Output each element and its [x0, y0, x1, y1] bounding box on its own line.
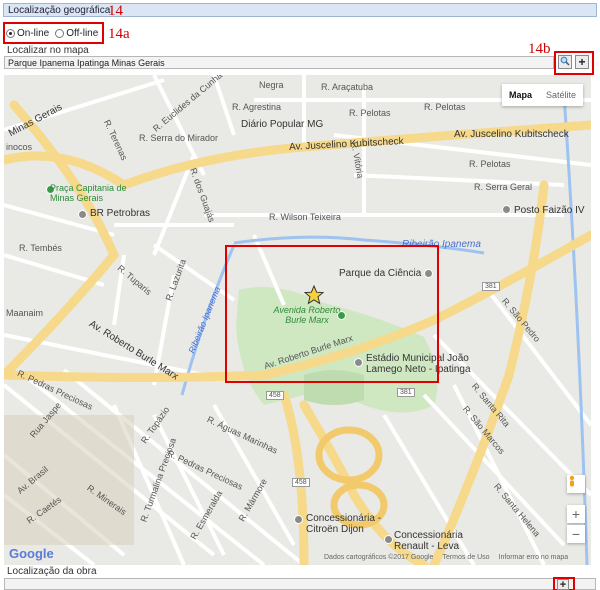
search-field-label: Localizar no mapa: [7, 45, 89, 56]
citroen-marker[interactable]: [294, 515, 303, 524]
zoom-out-button[interactable]: −: [567, 525, 585, 543]
map-label-avjk2: Av. Juscelino Kubitscheck: [454, 129, 569, 140]
map-label-wilson: R. Wilson Teixeira: [269, 212, 341, 222]
map-label-concessionaria1: Concessionária - Citroën Dijon: [306, 513, 382, 535]
google-logo[interactable]: Google: [9, 546, 54, 561]
map-label-maanaim: Maanaim: [6, 308, 44, 318]
mode-radio-group: On-line Off-line: [6, 26, 98, 41]
map-footer-report[interactable]: Informar erro no mapa: [499, 554, 569, 561]
annotation-14: 14: [108, 3, 123, 19]
renault-marker[interactable]: [384, 535, 393, 544]
offline-radio[interactable]: Off-line: [55, 28, 98, 39]
highway-badge-458a: 458: [266, 391, 284, 400]
map-type-satelite[interactable]: Satélite: [539, 90, 583, 100]
map-search-button[interactable]: [558, 55, 572, 69]
obra-field-label: Localização da obra: [7, 566, 97, 577]
map-label-negra: Negra: [259, 80, 284, 90]
add-obra-location-button[interactable]: +: [557, 579, 569, 590]
annotation-14b: 14b: [528, 41, 551, 57]
section-title: Localização geográfica: [8, 5, 111, 16]
obra-location-field[interactable]: [4, 578, 596, 590]
map-label-pelotas3: R. Pelotas: [469, 159, 511, 169]
map-label-posto: Posto Faizão IV: [514, 205, 585, 216]
online-radio-dot[interactable]: [6, 29, 15, 38]
map-footer-terms[interactable]: Termos de Uso: [442, 554, 489, 561]
section-header: Localização geográfica: [3, 3, 597, 17]
map-label-serra-mirador: R. Serra do Mirador: [139, 133, 219, 143]
magnifier-icon: [560, 56, 570, 68]
map-footer-data: Dados cartográficos ©2017 Google: [324, 553, 434, 561]
highway-badge-381a: 381: [482, 282, 500, 291]
map-label-tembes: R. Tembés: [19, 243, 62, 253]
map-label-pelotas: R. Pelotas: [349, 108, 391, 118]
map-type-mapa[interactable]: Mapa: [502, 90, 539, 100]
map-label-diario: Diário Popular MG: [241, 119, 324, 130]
map-type-control: Mapa Satélite: [501, 84, 583, 106]
map-view[interactable]: R. Araçatuba R. Pelotas R. Pelotas Negra…: [4, 75, 591, 565]
highlight-box-park: [225, 245, 439, 383]
street-view-pegman[interactable]: [567, 475, 585, 493]
add-location-button[interactable]: +: [575, 55, 589, 69]
online-radio[interactable]: On-line: [6, 28, 49, 39]
highway-badge-458b: 458: [292, 478, 310, 487]
annotation-14a: 14a: [108, 26, 130, 42]
map-label-agrestina: R. Agrestina: [232, 102, 282, 112]
map-label-concessionaria2: Concessionária Renault - Leva: [394, 530, 463, 552]
map-label-serra-geral: R. Serra Geral: [474, 182, 533, 192]
map-search-input[interactable]: [4, 56, 554, 69]
map-label-pelotas2: R. Pelotas: [424, 102, 466, 112]
map-label-praca: Praça Capitania de Minas Gerais: [50, 183, 127, 203]
map-label-petrobras: BR Petrobras: [90, 208, 151, 219]
offline-radio-label: Off-line: [66, 28, 99, 39]
zoom-in-button[interactable]: +: [567, 505, 585, 523]
highway-badge-381b: 381: [397, 388, 415, 397]
posto-marker[interactable]: [502, 205, 511, 214]
petrobras-marker[interactable]: [78, 210, 87, 219]
geo-location-panel: Localização geográfica 14 On-line Off-li…: [0, 0, 600, 590]
online-radio-label: On-line: [17, 28, 50, 39]
map-footer: Dados cartográficos ©2017 Google Termos …: [324, 551, 568, 563]
offline-radio-dot[interactable]: [55, 29, 65, 38]
map-label-aracatuba: R. Araçatuba: [321, 82, 374, 92]
map-label-inocos: inocos: [6, 142, 33, 152]
